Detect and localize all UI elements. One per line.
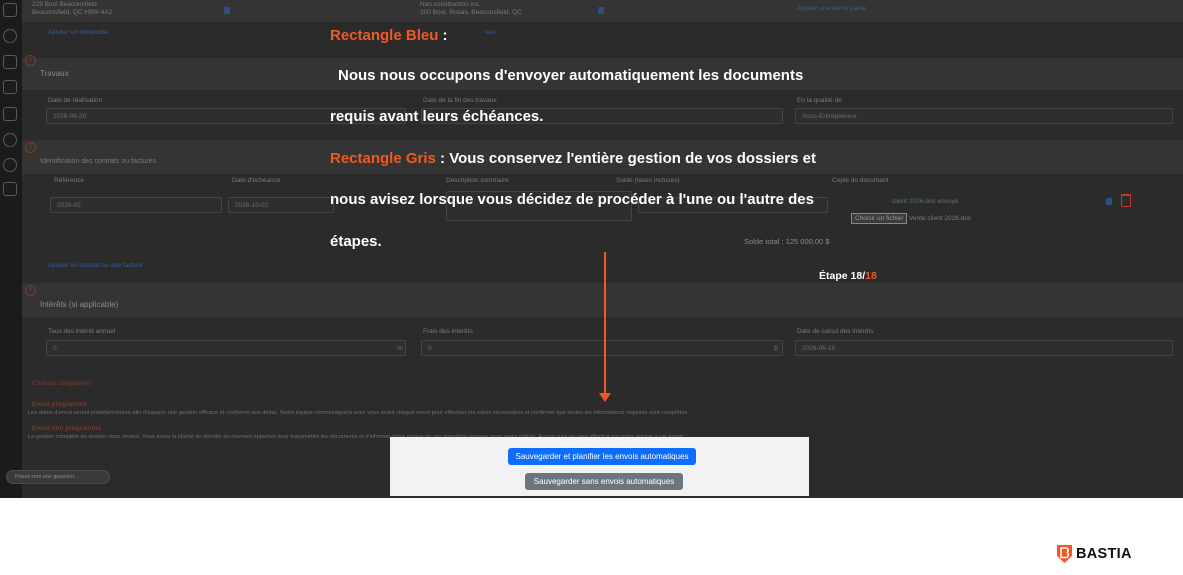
step-2-badge: 2 [25,55,36,66]
address-line-1: 229 Boul Beaconsfield [32,1,97,8]
overlay-line-6: étapes. [330,233,382,250]
sidebar [0,0,22,498]
assistant-chat-input[interactable]: Posez-moi une question... [6,470,110,484]
pointer-arrow-head [599,393,611,402]
add-contract-link[interactable]: Ajouter un contrat ou une facture [48,262,143,269]
briefcase-icon[interactable] [3,80,17,94]
delete-company-icon[interactable] [598,7,604,14]
file-name-text: Vente client 2026.doc [909,215,972,222]
interets-title: Intérêts (si applicable) [40,300,119,309]
col-reference: Référence [54,177,84,184]
qualite-select[interactable]: Sous-Entrepreneur [795,108,1173,124]
team-icon[interactable] [3,55,17,69]
echeance-input[interactable]: 2026-10-02 [228,197,334,213]
overlay-line-2: Nous nous occupons d'envoyer automatique… [338,67,804,84]
travaux-title: Travaux [40,69,69,78]
add-third-party-link[interactable]: Ajouter une tierce partie [797,5,866,12]
interets-header-band [22,283,1183,317]
step-4-badge: 4 [25,285,36,296]
file-view-icon[interactable] [1106,198,1112,205]
taux-label: Taux des intérêt annuel [48,328,116,335]
overlay-line-5: nous avisez lorsque vous décidez de proc… [330,191,814,208]
overlay-line-1: Rectangle Bleu : [330,27,448,44]
reference-input[interactable]: 2026-02 [50,197,222,213]
overlay-line-4: Rectangle Gris : Vous conservez l'entièr… [330,150,816,167]
help-icon[interactable] [3,158,17,172]
date-calcul-input[interactable]: 2026-06-10 [795,340,1173,356]
col-echeance: Date d'échéance [232,177,281,184]
blue-rect-label: Rectangle Bleu [330,27,439,44]
contrats-title: Identification des contrats ou factures [40,158,156,165]
trash-icon[interactable] [1121,194,1131,207]
frais-label: Frais des intérêts [423,328,473,335]
file-status-text: client 2026.doc envoyé [892,198,959,205]
choose-file-button[interactable]: Choisir un fichier [851,213,908,224]
col-copie: Copie du document [832,177,889,184]
col-description: Description sommaire [446,177,509,184]
add-property-link[interactable]: Ajouter un immeuble [48,29,108,36]
logout-icon[interactable] [3,182,17,196]
qualite-label: En la qualité de [797,97,842,104]
brand-name: BASTIA [1076,546,1132,562]
save-actions-panel: Sauvegarder et planifier les envois auto… [390,437,809,496]
home-icon[interactable] [3,3,17,17]
step-3-badge: 3 [25,142,36,153]
col-solde: Solde (taxes incluses) [616,177,680,184]
add-link-partial[interactable]: leur [485,29,496,36]
taux-input[interactable]: 0% [46,340,406,356]
programmed-title: Envoi programmé [32,401,88,408]
overlay-line-3: requis avant leurs échéances. [330,108,544,125]
delete-property-icon[interactable] [224,7,230,14]
settings-icon[interactable] [3,133,17,147]
save-without-schedule-button[interactable]: Sauvegarder sans envois automatiques [525,473,683,490]
save-and-schedule-button[interactable]: Sauvegarder et planifier les envois auto… [508,448,696,465]
programmed-text: Les dates d'envoi seront prédéterminées … [28,410,689,416]
company-line-1: Nan construction inc. [420,1,481,8]
required-note: Champs obligatoires [32,380,92,387]
company-line-2: 200 Boul. Rosas, Beaconsfield, QC [420,9,522,16]
not-programmed-title: Envoi non programmé [32,425,101,432]
solde-total: Solde total : 125 000,00 $ [744,237,830,246]
gray-rect-label: Rectangle Gris [330,150,436,167]
date-realisation-label: Date de réalisation [48,97,103,104]
user-icon[interactable] [3,29,17,43]
date-calcul-label: Date de calcul des intérêts [797,328,874,335]
pointer-arrow-line [604,252,606,395]
scale-icon[interactable] [3,107,17,121]
date-fin-label: Date de la fin des travaux [423,97,497,104]
bastia-shield-icon [1057,545,1072,563]
frais-input[interactable]: 0 $ [421,340,783,356]
address-line-2: Beaconsfield, QC H9W 4A2 [32,9,113,16]
tutorial-step-counter: Étape 18/18 [819,270,877,282]
